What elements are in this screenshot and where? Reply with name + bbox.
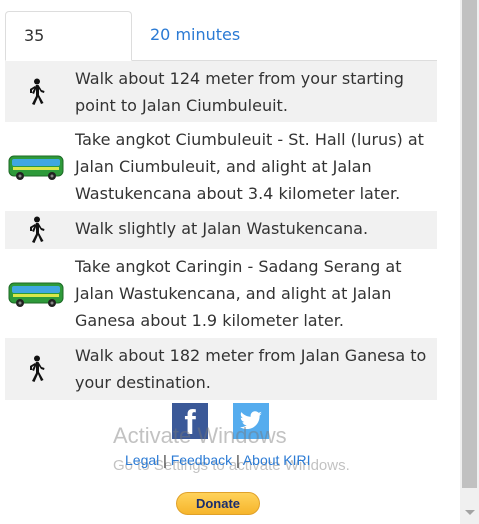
link-separator: | <box>163 452 167 468</box>
route-step: Walk about 182 meter from Jalan Ganesa t… <box>5 338 437 400</box>
link-separator: | <box>236 452 240 468</box>
tab-20-minutes[interactable]: 20 minutes <box>132 11 258 59</box>
vertical-scrollbar[interactable] <box>460 0 479 524</box>
windows-watermark-title: Activate Windows <box>113 423 287 448</box>
step-text: Walk about 182 meter from Jalan Ganesa t… <box>75 346 427 392</box>
step-text: Walk slightly at Jalan Wastukencana. <box>75 219 369 238</box>
step-text: Take angkot Caringin - Sadang Serang at … <box>75 257 402 330</box>
footer-links: Legal | Feedback | About KIRI <box>125 452 311 468</box>
step-text: Take angkot Ciumbuleuit - St. Hall (luru… <box>75 130 424 203</box>
about-link[interactable]: About KIRI <box>243 452 311 468</box>
walk-icon <box>5 61 67 122</box>
tab-35-minutes[interactable]: 35 minutes <box>5 11 132 93</box>
route-step: Take angkot Caringin - Sadang Serang at … <box>5 249 437 338</box>
walk-icon <box>5 338 67 400</box>
route-steps: Walk about 124 meter from your starting … <box>5 61 437 400</box>
route-step: Take angkot Ciumbuleuit - St. Hall (luru… <box>5 122 437 211</box>
legal-link[interactable]: Legal <box>125 452 159 468</box>
walk-icon <box>5 211 67 249</box>
angkot-icon <box>5 122 67 211</box>
angkot-icon <box>5 249 67 338</box>
route-tabs: 35 minutes 20 minutes <box>5 11 437 93</box>
scroll-down-icon[interactable] <box>465 510 475 515</box>
donate-button[interactable]: Donate <box>176 492 260 515</box>
feedback-link[interactable]: Feedback <box>171 452 232 468</box>
route-step: Walk slightly at Jalan Wastukencana. <box>5 211 437 249</box>
route-step: Walk about 124 meter from your starting … <box>5 61 437 122</box>
scrollbar-thumb[interactable] <box>462 0 477 488</box>
step-text: Walk about 124 meter from your starting … <box>75 69 404 115</box>
